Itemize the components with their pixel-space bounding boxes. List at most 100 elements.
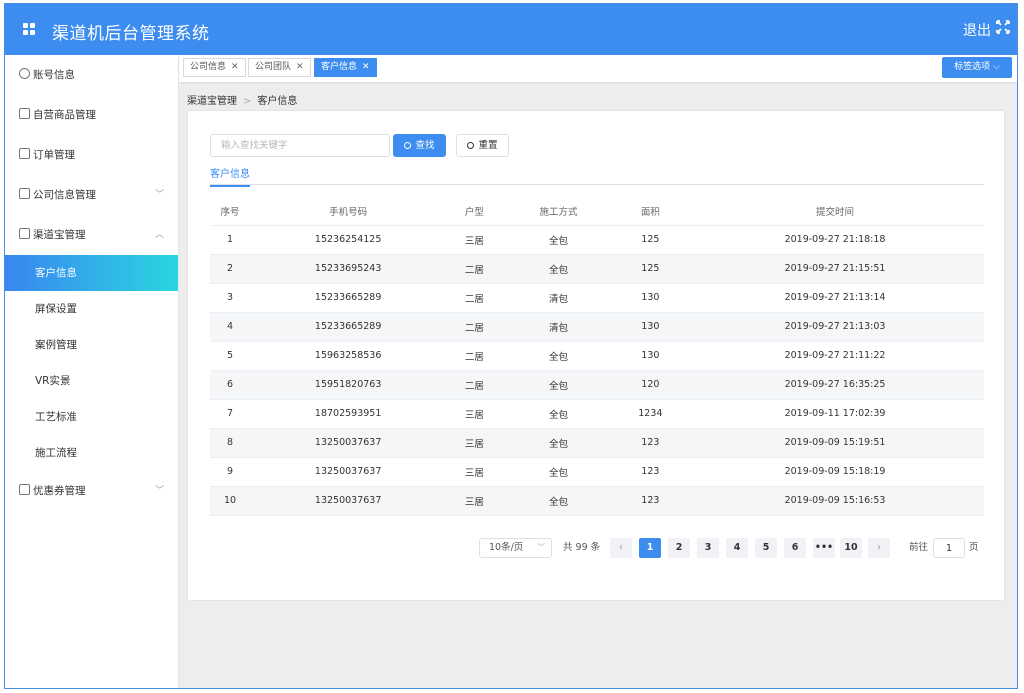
table-cell: 全包 xyxy=(502,457,615,487)
monitor-icon xyxy=(19,228,30,239)
table-cell: 2019-09-09 15:19:51 xyxy=(686,428,984,458)
sidebar-item-coupons[interactable]: 优惠券管理 ﹀ xyxy=(5,471,178,511)
column-header[interactable]: 提交时间 xyxy=(686,197,984,226)
table-cell: 120 xyxy=(614,370,687,400)
table-cell: 130 xyxy=(614,283,687,313)
table-row[interactable]: 6 15951820763 二居 全包 120 2019-09-27 16:35:25 xyxy=(210,370,984,400)
page-button[interactable]: 2 xyxy=(668,538,690,558)
reset-button[interactable]: 重置 xyxy=(456,134,509,157)
table-cell: 5 xyxy=(210,341,250,371)
close-icon[interactable]: ✕ xyxy=(362,62,370,72)
table-cell: 15233665289 xyxy=(250,283,447,313)
table-cell: 清包 xyxy=(502,312,615,342)
table-cell: 125 xyxy=(614,254,687,284)
sidebar-subitem-craft[interactable]: 工艺标准 xyxy=(5,399,178,435)
column-header[interactable]: 手机号码 xyxy=(250,197,447,226)
fullscreen-icon[interactable] xyxy=(995,19,1011,35)
page-button[interactable]: 6 xyxy=(784,538,806,558)
table-cell: 二居 xyxy=(446,283,503,313)
page-button[interactable]: 5 xyxy=(755,538,777,558)
column-header[interactable]: 户型 xyxy=(446,197,503,226)
prev-page-button[interactable]: ‹ xyxy=(610,538,632,558)
table-cell: 15233695243 xyxy=(250,254,447,284)
goto-label: 前往 xyxy=(909,542,929,553)
table-row[interactable]: 3 15233665289 二居 清包 130 2019-09-27 21:13:14 xyxy=(210,283,984,313)
sidebar-item-channel[interactable]: 渠道宝管理 ︿ xyxy=(5,215,178,255)
table-cell: 2019-09-27 21:13:14 xyxy=(686,283,984,313)
table-row[interactable]: 8 13250037637 三居 全包 123 2019-09-09 15:19:51 xyxy=(210,428,984,458)
table-cell: 13250037637 xyxy=(250,428,447,458)
page-button[interactable]: 1 xyxy=(639,538,661,558)
table-cell: 10 xyxy=(210,486,250,516)
product-icon xyxy=(19,108,30,119)
table-row[interactable]: 5 15963258536 二居 全包 130 2019-09-27 21:11:22 xyxy=(210,341,984,371)
close-icon[interactable]: ✕ xyxy=(231,62,239,72)
sidebar: 账号信息 自营商品管理 订单管理 公司信息管理 ﹀ 渠道宝管理 ︿ 客户信息 屏… xyxy=(5,55,179,688)
more-pages-button[interactable]: ••• xyxy=(813,538,835,558)
sidebar-item-products[interactable]: 自营商品管理 xyxy=(5,95,178,135)
tab-company-team[interactable]: 公司团队 ✕ xyxy=(248,58,311,77)
breadcrumb-parent[interactable]: 渠道宝管理 xyxy=(187,96,237,107)
search-input[interactable] xyxy=(210,134,390,157)
sidebar-subitem-customer-info[interactable]: 客户信息 xyxy=(5,255,178,291)
reset-button-label: 重置 xyxy=(478,140,498,151)
table-cell: 3 xyxy=(210,283,250,313)
table-cell: 2019-09-11 17:02:39 xyxy=(686,399,984,429)
table-cell: 2019-09-09 15:18:19 xyxy=(686,457,984,487)
logout-button[interactable]: 退出 xyxy=(963,20,991,40)
table-cell: 2 xyxy=(210,254,250,284)
sidebar-item-label: 优惠券管理 xyxy=(33,485,86,497)
sidebar-subitem-process[interactable]: 施工流程 xyxy=(5,435,178,471)
column-header[interactable]: 序号 xyxy=(210,197,250,226)
goto-page-input[interactable] xyxy=(933,538,965,558)
table-cell: 15233665289 xyxy=(250,312,447,342)
table-header-row: 序号 手机号码 户型 施工方式 面积 提交时间 xyxy=(210,197,984,226)
table-row[interactable]: 1 15236254125 三居 全包 125 2019-09-27 21:18:18 xyxy=(210,225,984,255)
table-cell: 123 xyxy=(614,457,687,487)
tab-label: 公司信息 xyxy=(190,62,227,72)
table-row[interactable]: 2 15233695243 二居 全包 125 2019-09-27 21:15:51 xyxy=(210,254,984,284)
tab-customer-info[interactable]: 客户信息 ✕ xyxy=(314,58,377,77)
sidebar-item-orders[interactable]: 订单管理 xyxy=(5,135,178,175)
table-cell: 全包 xyxy=(502,370,615,400)
sidebar-item-account[interactable]: 账号信息 xyxy=(5,55,178,95)
page-button[interactable]: 3 xyxy=(697,538,719,558)
chevron-up-icon: ︿ xyxy=(154,230,164,240)
table-cell: 13250037637 xyxy=(250,486,447,516)
table-cell: 9 xyxy=(210,457,250,487)
table-cell: 15236254125 xyxy=(250,225,447,255)
table-cell: 2019-09-27 21:13:03 xyxy=(686,312,984,342)
sidebar-subitem-vr[interactable]: VR实景 xyxy=(5,363,178,399)
table-cell: 三居 xyxy=(446,457,503,487)
breadcrumb: 渠道宝管理 > 客户信息 xyxy=(187,92,297,107)
table-cell: 7 xyxy=(210,399,250,429)
table-cell: 2019-09-27 21:18:18 xyxy=(686,225,984,255)
table-row[interactable]: 9 13250037637 三居 全包 123 2019-09-09 15:18:19 xyxy=(210,457,984,487)
column-header[interactable]: 面积 xyxy=(614,197,687,226)
page-size-select[interactable]: 10条/页 ﹀ xyxy=(479,538,552,558)
table-cell: 三居 xyxy=(446,486,503,516)
table-cell: 130 xyxy=(614,341,687,371)
close-icon[interactable]: ✕ xyxy=(296,62,304,72)
sidebar-item-company[interactable]: 公司信息管理 ﹀ xyxy=(5,175,178,215)
page-button[interactable]: 10 xyxy=(840,538,862,558)
sidebar-subitem-screensaver[interactable]: 屏保设置 xyxy=(5,291,178,327)
table-cell: 15951820763 xyxy=(250,370,447,400)
table-cell: 123 xyxy=(614,486,687,516)
table-cell: 6 xyxy=(210,370,250,400)
search-button[interactable]: 查找 xyxy=(393,134,446,157)
column-header[interactable]: 施工方式 xyxy=(502,197,615,226)
page-size-value: 10条/页 xyxy=(489,542,524,553)
tab-options-button[interactable]: 标签选项 ⌵ xyxy=(942,57,1012,78)
table-cell: 123 xyxy=(614,428,687,458)
table-row[interactable]: 10 13250037637 三居 全包 123 2019-09-09 15:16:53 xyxy=(210,486,984,516)
app-title: 渠道机后台管理系统 xyxy=(52,24,210,44)
table-row[interactable]: 4 15233665289 二居 清包 130 2019-09-27 21:13:03 xyxy=(210,312,984,342)
sidebar-subitem-cases[interactable]: 案例管理 xyxy=(5,327,178,363)
table-cell: 1234 xyxy=(614,399,687,429)
grid-menu-icon[interactable] xyxy=(23,23,35,35)
page-button[interactable]: 4 xyxy=(726,538,748,558)
tab-company-info[interactable]: 公司信息 ✕ xyxy=(183,58,246,77)
next-page-button[interactable]: › xyxy=(868,538,890,558)
table-row[interactable]: 7 18702593951 三居 全包 1234 2019-09-11 17:02:39 xyxy=(210,399,984,429)
